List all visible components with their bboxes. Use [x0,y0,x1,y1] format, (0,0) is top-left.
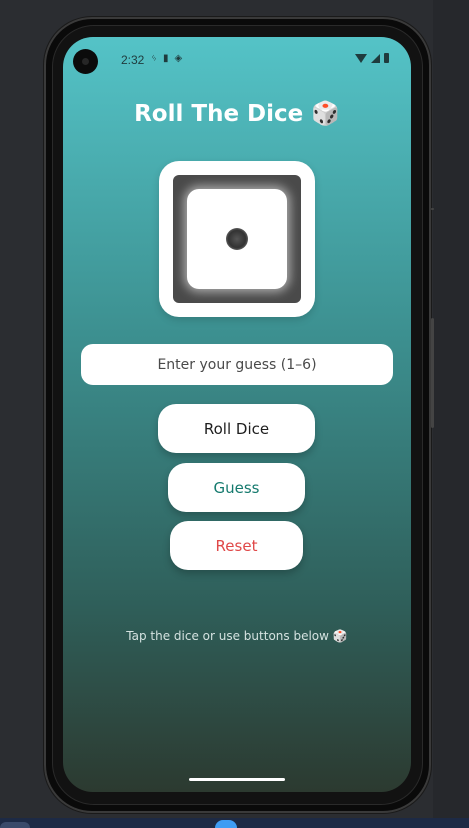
volume-button [431,318,434,428]
desktop-canvas: 2:32 ᛃ▮◈ Roll The Dice 🎲 Roll Dice Guess… [0,0,469,828]
notification-icon: ᛃ [151,53,163,64]
reset-button[interactable]: Reset [170,521,303,570]
front-camera [73,49,98,74]
hint-text: Tap the dice or use buttons below 🎲 [126,629,348,643]
ide-side-panel [433,0,469,828]
guess-input[interactable] [81,344,393,385]
dice-face [187,189,287,289]
power-button [431,208,434,210]
vpn-icon: ◈ [174,53,189,64]
home-indicator[interactable] [189,778,285,781]
dice-pip [226,228,248,250]
app-screen: 2:32 ᛃ▮◈ Roll The Dice 🎲 Roll Dice Guess… [63,37,411,792]
roll-dice-button[interactable]: Roll Dice [158,404,315,453]
app-title: Roll The Dice 🎲 [134,101,340,127]
signal-icon [371,53,380,63]
notification-icons: ᛃ▮◈ [151,53,188,64]
wifi-icon [355,53,367,63]
dice[interactable] [159,161,315,317]
dice-frame [173,175,301,303]
status-time: 2:32 [121,53,145,67]
status-bar: 2:32 ᛃ▮◈ [63,37,411,83]
battery-icon [384,53,389,63]
taskbar-item[interactable] [0,822,30,828]
taskbar [0,818,469,828]
guess-button[interactable]: Guess [168,463,305,512]
sd-card-icon: ▮ [163,53,175,64]
system-icons [355,53,389,63]
taskbar-app-icon[interactable] [215,820,237,828]
